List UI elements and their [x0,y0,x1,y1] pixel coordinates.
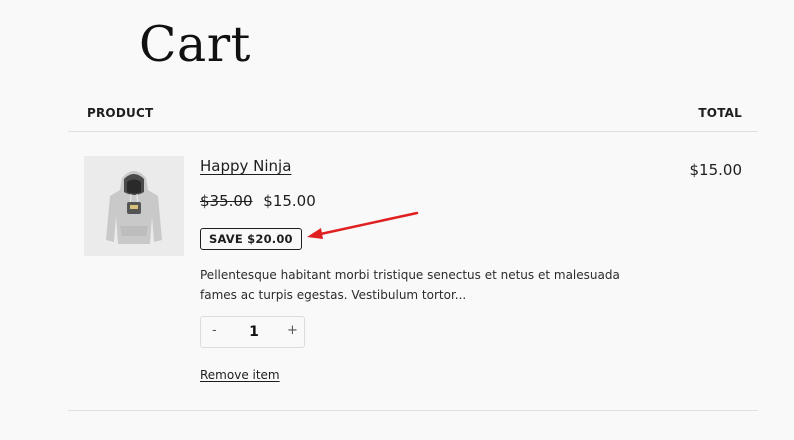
quantity-input[interactable] [239,317,269,347]
total-column-header: TOTAL [698,106,742,120]
product-column-header: PRODUCT [87,106,154,120]
product-name-link[interactable]: Happy Ninja [200,157,291,175]
price-row: $35.00 $15.00 [200,192,316,210]
regular-price: $35.00 [200,192,253,210]
cart-table-header: PRODUCT TOTAL [68,96,758,132]
quantity-decrease-button[interactable]: - [212,323,217,338]
quantity-stepper: - + [200,316,305,348]
line-total: $15.00 [689,161,743,179]
product-image[interactable] [84,156,184,256]
divider [68,410,758,411]
page-title: Cart [139,16,251,73]
save-badge: SAVE $20.00 [200,228,302,250]
product-description: Pellentesque habitant morbi tristique se… [200,268,620,302]
red-arrow-icon [307,211,419,239]
quantity-increase-button[interactable]: + [287,323,298,338]
hoodie-image-icon [106,171,162,244]
remove-item-link[interactable]: Remove item [200,368,280,382]
